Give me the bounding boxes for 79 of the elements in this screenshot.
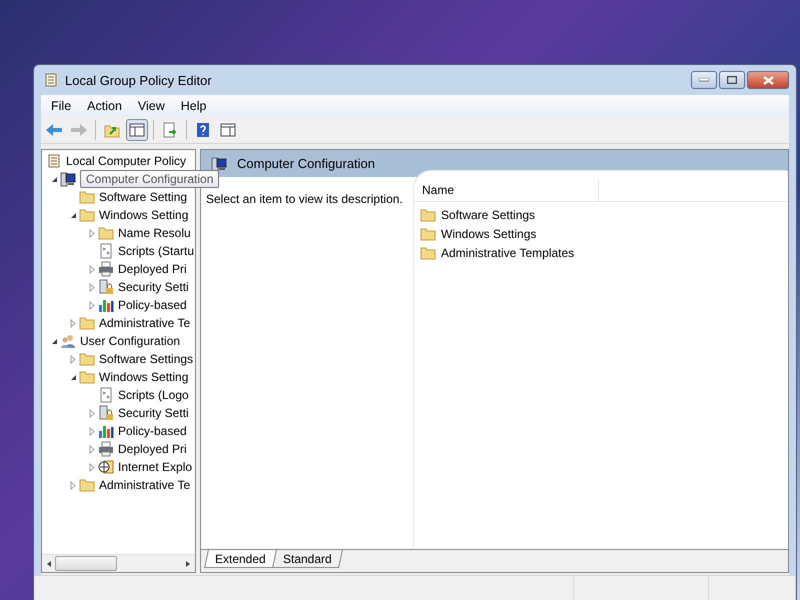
pane-title: Computer Configuration — [237, 156, 376, 171]
tree-item[interactable]: Security Setti — [114, 280, 189, 294]
folder-icon — [420, 226, 436, 240]
bar-chart-icon — [98, 297, 114, 313]
folder-icon — [79, 190, 95, 204]
toolbar-button[interactable] — [126, 119, 148, 141]
script-icon — [98, 387, 114, 403]
expanded-arrow-icon[interactable] — [70, 374, 76, 380]
tree-item[interactable]: Administrative Te — [95, 478, 190, 492]
scroll-left-icon[interactable] — [45, 560, 53, 568]
computer-icon — [60, 171, 76, 187]
tree-item[interactable]: Scripts (Startu — [114, 244, 194, 258]
scroll-icon — [46, 153, 62, 169]
tree-item[interactable]: Local Computer Policy — [62, 154, 186, 168]
minimize-button[interactable] — [691, 71, 717, 89]
computer-icon — [211, 156, 227, 172]
tree-item[interactable]: Scripts (Logo — [114, 388, 189, 402]
list-item[interactable]: Windows Settings — [441, 226, 536, 240]
tree-item[interactable]: Security Setti — [114, 406, 189, 420]
column-header[interactable]: Name — [414, 179, 599, 201]
tree-item[interactable]: Deployed Pri — [114, 442, 187, 456]
minimize-icon — [699, 78, 709, 82]
view-tab[interactable]: Standard — [272, 550, 342, 568]
menu-item[interactable]: View — [130, 99, 173, 113]
close-icon — [762, 76, 774, 84]
menu-item[interactable]: File — [43, 99, 80, 113]
tree-item[interactable]: Policy-based — [114, 424, 187, 438]
folder-icon — [420, 246, 436, 260]
list-item[interactable]: Software Settings — [441, 208, 536, 222]
folder-icon — [79, 208, 95, 222]
expanded-arrow-icon[interactable] — [50, 338, 58, 344]
collapsed-arrow-icon[interactable] — [70, 354, 76, 364]
collapsed-arrow-icon[interactable] — [89, 228, 95, 238]
collapsed-arrow-icon[interactable] — [70, 480, 76, 490]
lock-icon — [98, 279, 114, 295]
printer-icon — [98, 441, 114, 457]
window-title: Local Group Policy Editor — [65, 72, 212, 88]
scroll-icon — [43, 72, 59, 88]
lock-icon — [98, 405, 114, 421]
folder-icon — [79, 370, 95, 384]
folder-icon — [79, 352, 95, 366]
tree-pane-icon — [129, 123, 145, 137]
tree-item[interactable]: Software Setting — [95, 190, 188, 204]
folder-icon — [98, 226, 114, 240]
script-icon — [98, 243, 114, 259]
horizontal-scrollbar[interactable] — [42, 554, 195, 572]
tree-item[interactable]: Policy-based — [114, 298, 187, 312]
folder-icon — [420, 208, 436, 222]
folder-icon — [79, 478, 95, 492]
tree-item[interactable]: Software Settings — [95, 352, 194, 366]
back-arrow-icon — [45, 123, 63, 137]
action-pane-icon — [220, 123, 236, 137]
maximize-button[interactable] — [719, 71, 745, 89]
tree-item[interactable]: Windows Setting — [95, 208, 188, 222]
menu-item[interactable]: Action — [79, 99, 130, 113]
collapsed-arrow-icon[interactable] — [70, 318, 76, 328]
tooltip: Computer Configuration — [80, 170, 220, 188]
view-tab[interactable]: Extended — [204, 550, 277, 568]
tree-item[interactable]: Windows Setting — [95, 370, 188, 384]
printer-icon — [98, 261, 114, 277]
tree-item[interactable]: Administrative Te — [95, 316, 190, 330]
tree-item[interactable]: Name Resolu — [114, 226, 191, 240]
bar-chart-icon — [98, 423, 114, 439]
tree-item[interactable]: Deployed Pri — [114, 262, 187, 276]
globe-folder-icon — [98, 459, 114, 475]
tree-item[interactable]: Internet Explo — [114, 460, 192, 474]
menu-item[interactable]: Help — [172, 99, 214, 113]
tree-item[interactable]: User Configuration — [76, 334, 180, 348]
users-icon — [60, 333, 76, 349]
expanded-arrow-icon[interactable] — [70, 212, 76, 218]
help-icon — [196, 122, 210, 138]
expanded-arrow-icon[interactable] — [50, 176, 58, 182]
folder-icon — [79, 316, 95, 330]
list-item[interactable]: Administrative Templates — [441, 246, 574, 260]
maximize-icon — [727, 76, 737, 84]
export-list-icon — [162, 122, 178, 138]
close-button[interactable] — [747, 71, 789, 89]
scroll-right-icon[interactable] — [184, 560, 192, 568]
forward-arrow-icon — [70, 123, 88, 137]
